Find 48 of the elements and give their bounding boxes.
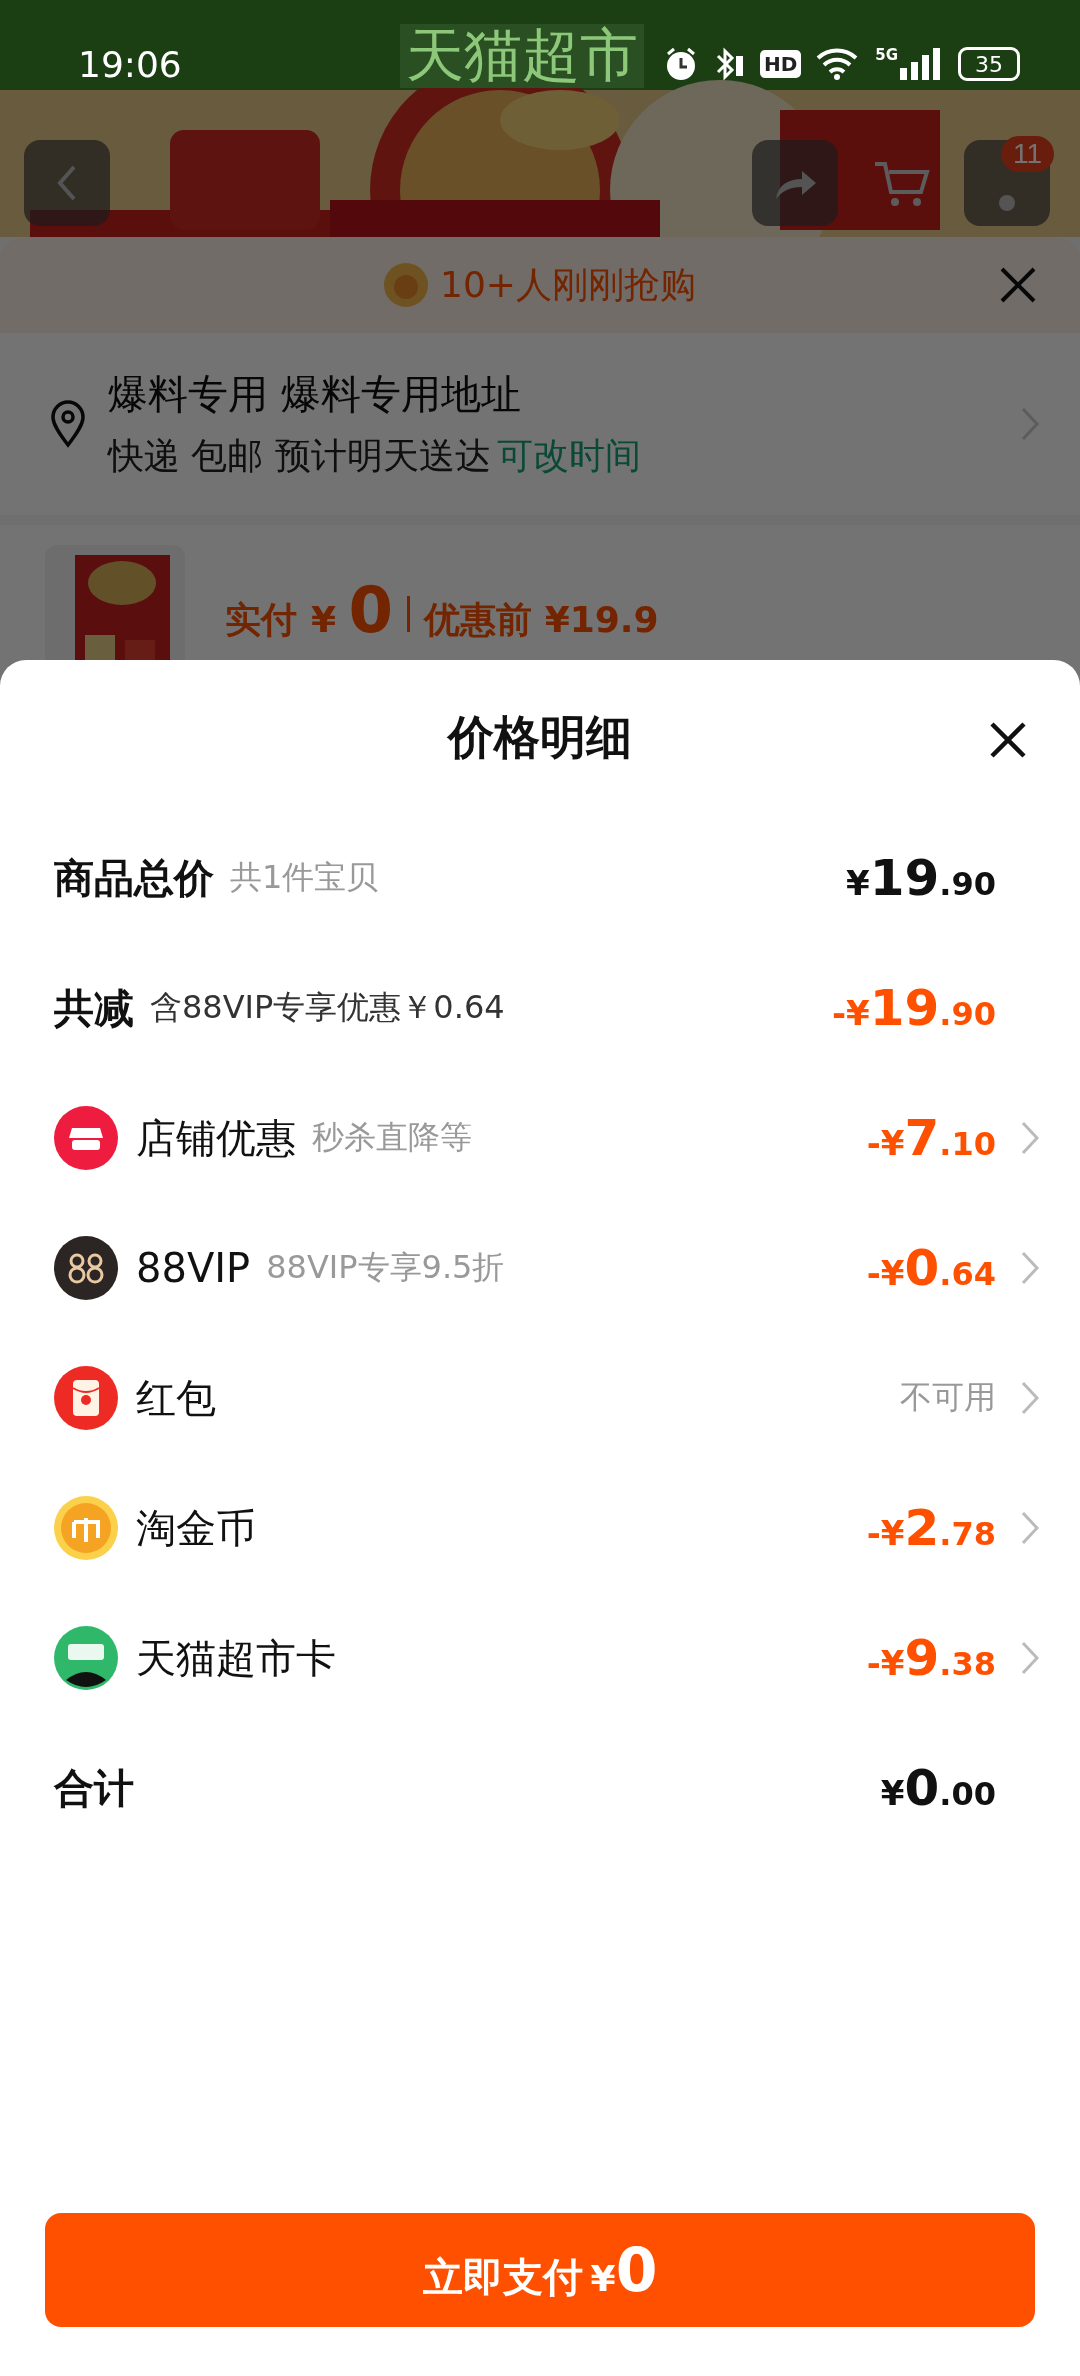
avatar-icon [384, 263, 428, 307]
row-note: 含88VIP专享优惠￥0.64 [150, 987, 505, 1028]
amount: -¥2.78 [866, 1499, 996, 1557]
hd-indicator: HD [759, 50, 802, 78]
row-note: 88VIP专享9.5折 [266, 1247, 505, 1288]
amount: 不可用 [900, 1377, 996, 1418]
row-note: 共1件宝贝 [230, 857, 379, 898]
close-icon[interactable] [988, 720, 1028, 760]
row-label: 共减 [54, 983, 134, 1033]
vip-icon [54, 1236, 118, 1300]
discount-item[interactable]: 店铺优惠 [136, 1110, 296, 1166]
chevron-icon [1020, 1510, 1040, 1546]
share-button[interactable] [752, 140, 838, 226]
shop-icon [54, 1106, 118, 1170]
chevron-icon [1020, 1250, 1040, 1286]
original-price: 优惠前 ¥19.9 [424, 598, 659, 642]
paid-amount: ¥ 0 [311, 573, 394, 647]
discount-item[interactable]: 88VIP [136, 1245, 251, 1291]
paid-label: 实付 [225, 598, 297, 642]
amount: -¥19.90 [831, 979, 996, 1037]
location-icon [50, 400, 86, 448]
chevron-icon [1020, 1120, 1040, 1156]
status-time: 19:06 [78, 43, 182, 85]
amount: -¥0.64 [866, 1239, 996, 1297]
supermarket-card-icon [54, 1626, 118, 1690]
header-title: 天猫超市 [400, 24, 644, 88]
row-note: 秒杀直降等 [312, 1117, 472, 1158]
discount-item[interactable]: 天猫超市卡 [136, 1630, 336, 1686]
row-label: 合计 [54, 1763, 134, 1813]
back-button[interactable] [24, 140, 110, 226]
network-type: 5G [875, 46, 898, 64]
amount: ¥0.00 [880, 1759, 996, 1817]
buyers-notice: 10+人刚刚抢购 [440, 262, 696, 307]
delivery-info: 快递 包邮 预计明天送达 [108, 435, 491, 476]
amount: ¥19.90 [846, 849, 996, 907]
dot-icon[interactable] [998, 194, 1016, 212]
battery-indicator: 35 [958, 47, 1020, 81]
discount-item[interactable]: 淘金币 [136, 1500, 256, 1556]
amount: -¥7.10 [866, 1109, 996, 1167]
sheet-title: 价格明细 [448, 709, 632, 766]
row-label: 商品总价 [54, 853, 214, 903]
envelope-icon [54, 1366, 118, 1430]
chevron-icon [1020, 1380, 1040, 1416]
coin-icon [54, 1496, 118, 1560]
address-name: 爆料专用 爆料专用地址 [108, 370, 522, 419]
count-badge: 11 [1000, 136, 1054, 172]
chevron-icon [1020, 1640, 1040, 1676]
amount: -¥9.38 [866, 1629, 996, 1687]
